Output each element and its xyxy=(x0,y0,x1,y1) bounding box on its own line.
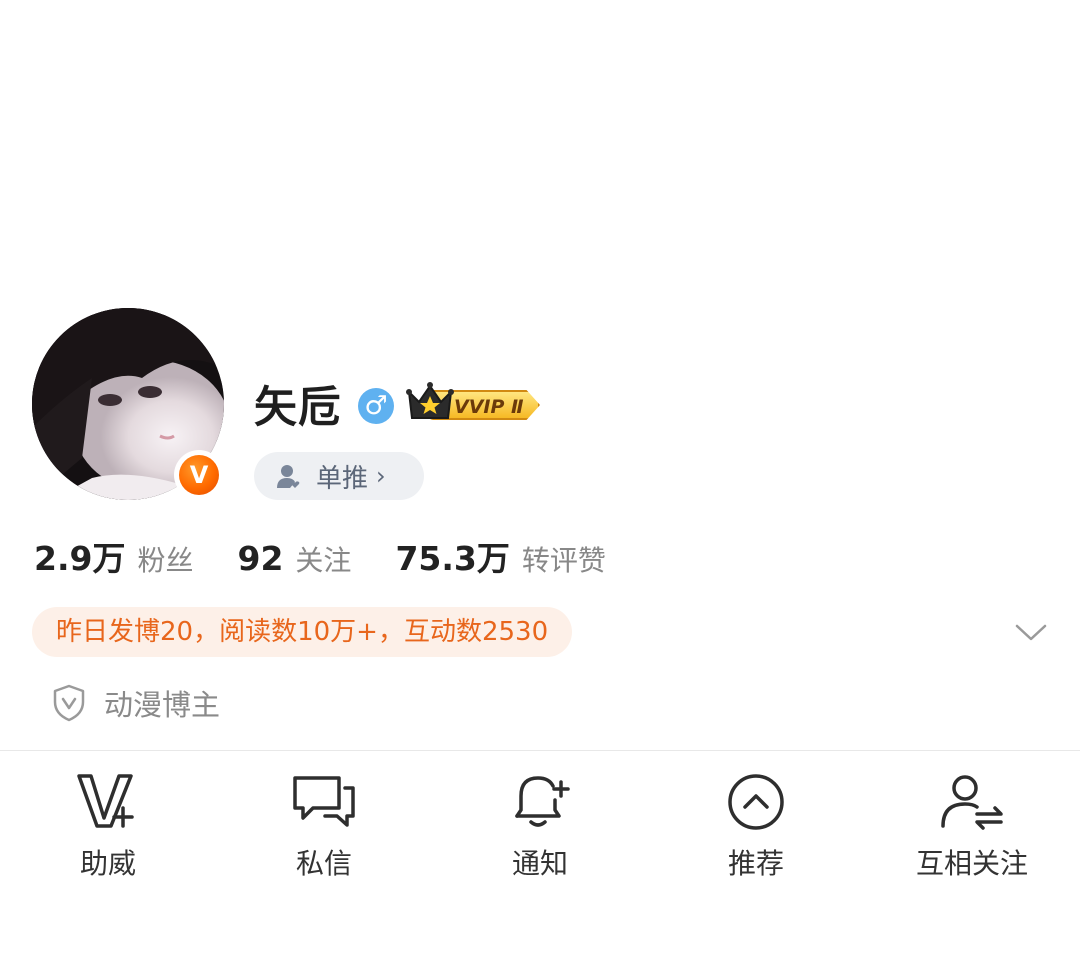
stat-value: 75.3万 xyxy=(395,539,510,578)
username: 矢卮 xyxy=(254,383,342,433)
divider xyxy=(0,750,1080,751)
action-label: 助威 xyxy=(79,847,136,880)
chat-bubbles-icon xyxy=(289,766,359,836)
stat-interactions[interactable]: 75.3万 转评赞 xyxy=(395,532,605,580)
stat-followers[interactable]: 2.9万 粉丝 xyxy=(34,532,193,580)
vvip-badge[interactable]: VVIP Ⅱ xyxy=(406,380,546,422)
bell-plus-icon xyxy=(505,766,575,836)
crown-icon xyxy=(406,382,454,419)
action-cheer[interactable]: 助威 xyxy=(0,766,216,886)
tagline-text: 动漫博主 xyxy=(104,688,221,722)
dantui-button[interactable]: 单推 › xyxy=(254,452,424,500)
stat-following[interactable]: 92 关注 xyxy=(237,539,351,579)
chevron-right-icon: › xyxy=(376,462,386,490)
stat-label: 关注 xyxy=(295,544,352,577)
action-label: 私信 xyxy=(295,847,352,880)
chevron-down-icon[interactable] xyxy=(1014,619,1048,645)
stat-label: 转评赞 xyxy=(521,544,606,577)
shield-v-icon xyxy=(52,684,86,722)
user-exchange-icon xyxy=(937,766,1007,836)
action-label: 通知 xyxy=(511,847,568,880)
stats-row: 2.9万 粉丝 92 关注 75.3万 转评赞 xyxy=(34,532,650,582)
v-plus-icon xyxy=(73,766,143,836)
profile-tagline[interactable]: 动漫博主 xyxy=(52,682,220,724)
action-recommend[interactable]: 推荐 xyxy=(648,766,864,886)
daily-summary[interactable]: 昨日发博20，阅读数10万+，互动数2530 xyxy=(32,607,573,657)
verified-badge: V xyxy=(174,450,224,500)
stat-value: 92 xyxy=(237,539,284,578)
user-heart-icon xyxy=(276,463,302,489)
circle-chevron-up-icon xyxy=(721,766,791,836)
action-message[interactable]: 私信 xyxy=(216,766,432,886)
action-label: 互相关注 xyxy=(915,847,1028,880)
stat-label: 粉丝 xyxy=(137,544,194,577)
male-gender-icon: ♂ xyxy=(358,388,394,424)
verified-v-icon: V xyxy=(179,455,219,495)
action-notify[interactable]: 通知 xyxy=(432,766,648,886)
stat-value: 2.9万 xyxy=(34,539,126,578)
dantui-label: 单推 xyxy=(316,463,369,494)
action-mutual-follow[interactable]: 互相关注 xyxy=(864,766,1080,886)
action-bar: 助威 私信 通知 推荐 互相关注 xyxy=(0,766,1080,886)
action-label: 推荐 xyxy=(727,847,784,880)
